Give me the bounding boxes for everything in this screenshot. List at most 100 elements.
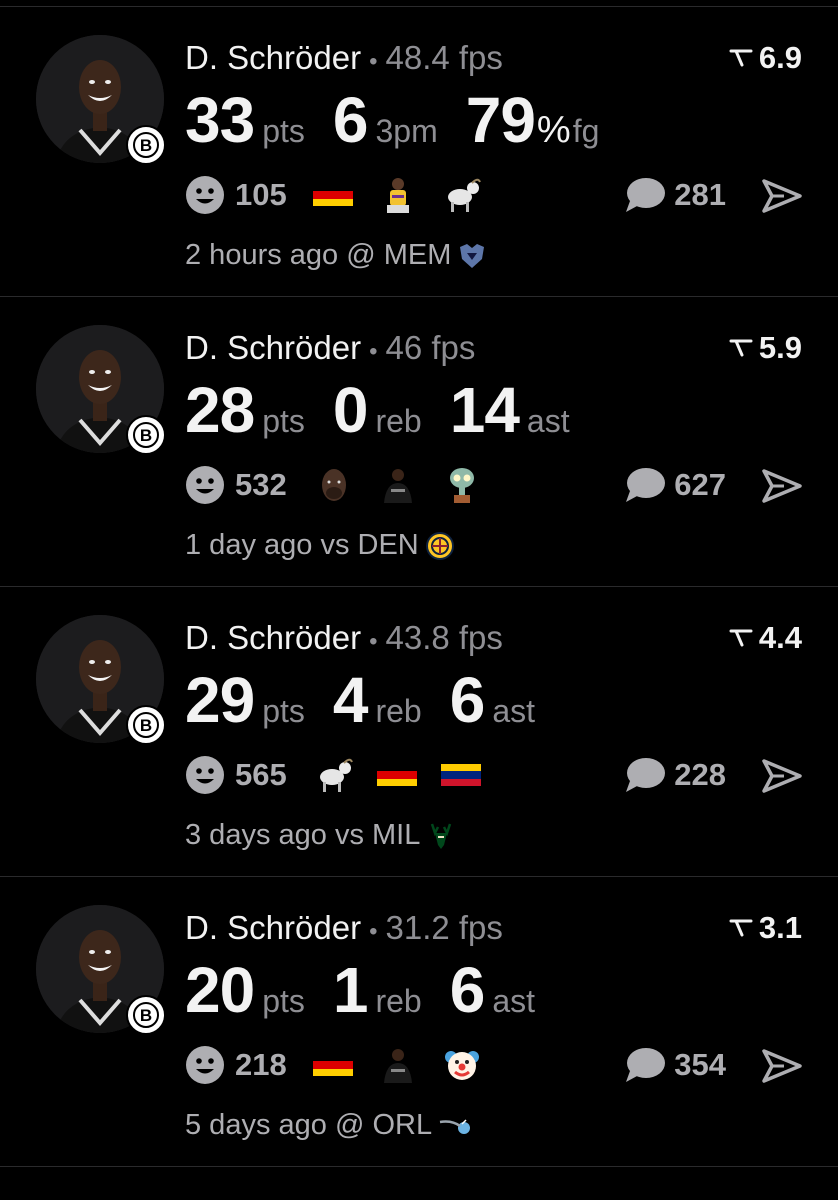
smiley-react-icon[interactable]	[185, 465, 225, 505]
comment-count: 281	[674, 177, 726, 212]
stat-line: 28 pts 0 reb 14 ast	[185, 373, 598, 447]
face-emoji-icon	[313, 464, 355, 506]
reaction-count: 532	[235, 467, 287, 502]
stat-line: 33 pts 6 3pm 79% fg	[185, 83, 627, 157]
post-card[interactable]: B D. Schröder • 43.8 fps 4.4 29 pts 4 reb 6a…	[0, 587, 838, 877]
comment-bubble-icon	[626, 1048, 666, 1082]
player-name[interactable]: D. Schröder	[185, 909, 361, 946]
post-header: D. Schröder • 43.8 fps	[185, 619, 503, 657]
goat-emoji-icon	[441, 174, 483, 216]
reactions-row[interactable]: 532	[185, 463, 505, 507]
stat-value: 0	[332, 374, 369, 446]
flag-germany-icon	[312, 1054, 353, 1076]
score-value: 3.1	[758, 910, 802, 945]
separator-dot: •	[369, 628, 378, 655]
player-name[interactable]: D. Schröder	[185, 329, 361, 366]
score-value: 6.9	[758, 40, 802, 75]
stat-value: 6	[332, 84, 369, 156]
smiley-react-icon[interactable]	[185, 755, 225, 795]
stat-unit: 3pm	[375, 113, 438, 149]
share-button[interactable]	[762, 1049, 802, 1088]
stat-value: 6	[449, 954, 486, 1026]
stat-unit: reb	[375, 403, 422, 439]
flag-germany-icon	[376, 764, 417, 786]
post-score[interactable]: 4.4	[729, 620, 802, 656]
comment-count: 228	[674, 757, 726, 792]
game-info: 2 hours ago @ MEM	[185, 239, 452, 271]
comment-bubble-icon	[626, 178, 666, 212]
svg-text:B: B	[140, 1006, 152, 1025]
stat-value: 33	[185, 84, 255, 156]
stat-value: 6	[449, 664, 486, 736]
post-score[interactable]: 3.1	[729, 910, 802, 946]
stat-unit: ast	[492, 983, 535, 1019]
grizzlies-logo-icon	[460, 243, 485, 268]
reactions-row[interactable]: 218	[185, 1043, 505, 1087]
next-post-peek	[0, 1167, 838, 1197]
nets-player-emoji-icon	[377, 464, 419, 506]
comment-bubble-icon	[626, 758, 666, 792]
reactions-row[interactable]: 105	[185, 173, 505, 217]
stat-unit: fg	[572, 113, 600, 149]
vote-icon	[729, 339, 753, 357]
stat-unit: pts	[262, 113, 305, 149]
post-score[interactable]: 5.9	[729, 330, 802, 366]
stat-value: 1	[332, 954, 369, 1026]
share-button[interactable]	[762, 179, 802, 218]
feed-list: B D. Schröder • 48.4 fps 6.9 33 pts 6 3pm 79…	[0, 7, 838, 1197]
post-meta: 2 hours ago @ MEM	[185, 239, 487, 272]
comment-bubble-icon	[626, 468, 666, 502]
stat-value: 29	[185, 664, 255, 736]
vote-icon	[729, 919, 753, 937]
stat-line: 20 pts 1 reb 6 ast	[185, 953, 563, 1027]
separator-dot: •	[369, 918, 378, 945]
post-header: D. Schröder • 46 fps	[185, 329, 475, 367]
player-name[interactable]: D. Schröder	[185, 39, 361, 76]
post-score[interactable]: 6.9	[729, 40, 802, 76]
stat-line: 29 pts 4 reb 6 ast	[185, 663, 563, 737]
separator-dot: •	[369, 48, 378, 75]
comments-button[interactable]: 354	[624, 1043, 726, 1087]
post-card[interactable]: B D. Schröder • 31.2 fps 3.1 20 pts 1 reb 6a…	[0, 877, 838, 1167]
nets-logo-icon: B	[126, 995, 166, 1035]
share-button[interactable]	[762, 469, 802, 508]
stat-unit: pts	[262, 693, 305, 729]
share-arrow-icon	[762, 469, 802, 503]
share-arrow-icon	[762, 179, 802, 213]
score-value: 4.4	[758, 620, 802, 655]
player-name[interactable]: D. Schröder	[185, 619, 361, 656]
smiley-react-icon[interactable]	[185, 175, 225, 215]
stat-unit: ast	[526, 403, 570, 439]
fps-value: 31.2 fps	[385, 909, 503, 946]
game-info: 5 days ago @ ORL	[185, 1109, 433, 1141]
stat-unit: pts	[262, 983, 305, 1019]
post-card[interactable]: B D. Schröder • 48.4 fps 6.9 33 pts 6 3pm 79…	[0, 7, 838, 297]
comments-button[interactable]: 281	[624, 173, 726, 217]
fps-value: 48.4 fps	[385, 39, 503, 76]
game-info: 3 days ago vs MIL	[185, 819, 421, 851]
vote-icon	[729, 49, 753, 67]
vote-icon	[729, 629, 753, 647]
post-card[interactable]: B D. Schröder • 46 fps 5.9 28 pts 0 reb 14 as…	[0, 297, 838, 587]
nets-logo-icon: B	[126, 415, 166, 455]
share-button[interactable]	[762, 759, 802, 798]
reaction-count: 218	[235, 1047, 287, 1082]
flag-germany-icon	[312, 184, 353, 206]
comments-button[interactable]: 228	[624, 753, 726, 797]
stat-value: 4	[332, 664, 369, 736]
post-meta: 1 day ago vs DEN	[185, 529, 455, 562]
fps-value: 43.8 fps	[385, 619, 503, 656]
reactions-row[interactable]: 565	[185, 753, 505, 797]
smiley-react-icon[interactable]	[185, 1045, 225, 1085]
player-emoji-icon	[377, 174, 419, 216]
stat-percent-sign: %	[536, 109, 571, 151]
comments-button[interactable]: 627	[624, 463, 726, 507]
separator-dot: •	[369, 338, 378, 365]
nets-logo-icon: B	[126, 125, 166, 165]
comment-count: 627	[674, 467, 726, 502]
score-value: 5.9	[758, 330, 802, 365]
stat-value: 14	[449, 374, 520, 446]
stat-unit: pts	[262, 403, 305, 439]
magic-logo-icon	[439, 1118, 471, 1134]
stat-unit: reb	[375, 983, 422, 1019]
